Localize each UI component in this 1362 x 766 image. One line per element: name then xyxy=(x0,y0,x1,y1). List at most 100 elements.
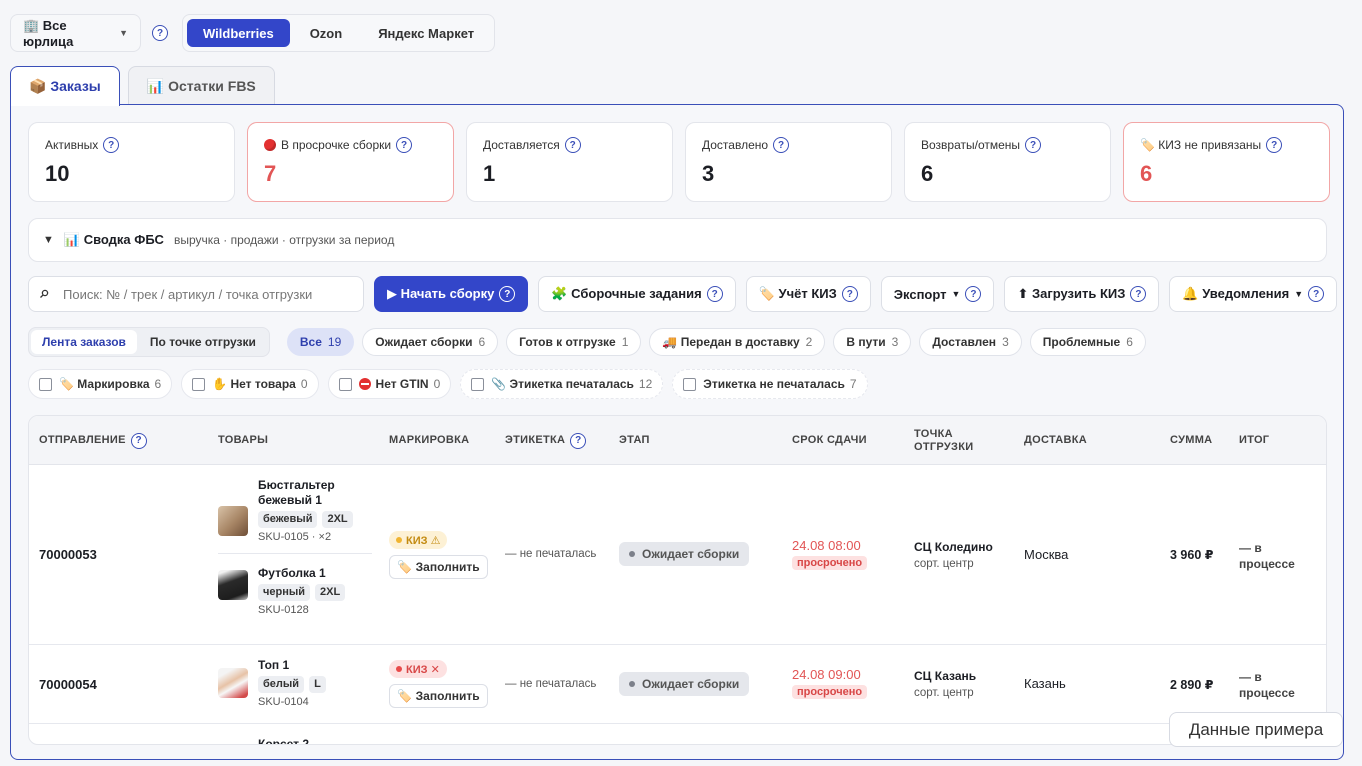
search-placeholder: Поиск: № / трек / артикул / точка отгруз… xyxy=(63,286,313,302)
marking-cell: КИЗ ✕ 🏷️ Заполнить xyxy=(389,660,488,708)
help-icon[interactable]: ? xyxy=(152,25,168,41)
kiz-accounting-button[interactable]: 🏷️ Учёт КИЗ ? xyxy=(745,276,871,312)
help-icon[interactable]: ? xyxy=(1266,137,1283,153)
tab-orders[interactable]: 📦 Заказы xyxy=(10,66,120,106)
label-status: — не печаталась xyxy=(505,548,597,560)
help-icon[interactable]: ? xyxy=(103,137,120,153)
col-result[interactable]: ИТОГ xyxy=(1239,416,1269,465)
marketplace-yandex-market[interactable]: Яндекс Маркет xyxy=(362,19,490,47)
help-icon[interactable]: ? xyxy=(570,432,587,449)
filter-awaiting-assembly[interactable]: Ожидает сборки 6 xyxy=(362,328,499,356)
help-icon[interactable]: ? xyxy=(1308,286,1325,302)
stat-label: В просрочке сборки xyxy=(281,138,392,152)
top-bar: 🏢 Все юрлица ▼ ? Wildberries Ozon Яндекс… xyxy=(10,14,496,52)
col-shipping-point[interactable]: ТОЧКА ОТГРУЗКИ xyxy=(914,416,973,465)
tab-fbs-stock[interactable]: 📊 Остатки FBS xyxy=(127,66,275,105)
filter-delivered[interactable]: Доставлен 3 xyxy=(919,328,1022,356)
product-thumbnail xyxy=(218,506,248,536)
product-tags: белый L xyxy=(258,676,372,693)
col-marking[interactable]: МАРКИРОВКА xyxy=(389,416,469,465)
fill-kiz-button[interactable]: 🏷️ Заполнить xyxy=(389,684,488,708)
marketplace-wildberries[interactable]: Wildberries xyxy=(187,19,290,47)
help-icon[interactable]: ? xyxy=(773,137,790,153)
table-row[interactable]: Корсет 2 xyxy=(29,724,1326,744)
product-tag: 2XL xyxy=(315,584,346,601)
order-id[interactable]: 70000053 xyxy=(39,547,97,562)
view-orders-feed[interactable]: Лента заказов xyxy=(31,330,137,354)
start-assembly-button[interactable]: ▶ Начать сборку ? xyxy=(374,276,529,312)
product-name: Футболка 1 xyxy=(258,566,326,580)
check-no-goods[interactable]: ✋ Нет товара 0 xyxy=(181,369,319,399)
upload-kiz-button[interactable]: ⬆ Загрузить КИЗ ? xyxy=(1004,276,1160,312)
check-count: 6 xyxy=(154,377,162,391)
col-delivery[interactable]: ДОСТАВКА xyxy=(1024,416,1087,465)
filter-all[interactable]: Все 19 xyxy=(286,328,355,356)
help-icon[interactable]: ? xyxy=(1130,286,1147,302)
checkbox[interactable] xyxy=(39,377,52,391)
help-icon[interactable]: ? xyxy=(965,286,982,302)
help-icon[interactable]: ? xyxy=(564,137,581,153)
view-by-shipping-point[interactable]: По точке отгрузки xyxy=(139,330,267,354)
check-no-gtin[interactable]: Нет GTIN 0 xyxy=(327,369,452,399)
col-stage[interactable]: ЭТАП xyxy=(619,416,650,465)
table-header: ОТПРАВЛЕНИЕ? ТОВАРЫ МАРКИРОВКА ЭТИКЕТКА?… xyxy=(29,416,1326,465)
assembly-tasks-button[interactable]: 🧩 Сборочные задания ? xyxy=(538,276,736,312)
stat-label: 🏷️ КИЗ не привязаны xyxy=(1140,138,1262,152)
filter-ready-to-ship[interactable]: Готов к отгрузке 1 xyxy=(506,328,642,356)
filter-handed-to-delivery[interactable]: 🚚 Передан в доставку 2 xyxy=(649,328,826,356)
notifications-button[interactable]: 🔔 Уведомления ▼ ? xyxy=(1169,276,1338,312)
help-icon[interactable]: ? xyxy=(130,432,147,449)
status-dot-icon xyxy=(396,537,402,543)
help-icon[interactable]: ? xyxy=(1025,137,1042,153)
checkbox[interactable] xyxy=(192,377,206,391)
result-line: процессе xyxy=(1239,557,1295,571)
col-label[interactable]: ЭТИКЕТКА? xyxy=(505,416,587,465)
col-deadline[interactable]: СРОК СДАЧИ xyxy=(792,416,867,465)
fbs-summary-toggle[interactable]: ▼ 📊 Сводка ФБС выручка · продажи · отгру… xyxy=(28,218,1327,262)
product-item[interactable]: Футболка 1 черный 2XL SKU-0128 xyxy=(218,566,372,616)
product-item[interactable]: Бюстгальтер бежевый 1 бежевый 2XL SKU-01… xyxy=(218,478,372,543)
product-item[interactable]: Топ 1 белый L SKU-0104 xyxy=(218,658,372,708)
help-icon[interactable]: ? xyxy=(499,286,516,302)
button-label: ⬆ Загрузить КИЗ xyxy=(1017,286,1126,301)
help-icon[interactable]: ? xyxy=(396,137,413,153)
shipping-point-type: сорт. центр xyxy=(914,558,974,570)
chip-count: 2 xyxy=(805,335,813,349)
col-sum[interactable]: СУММА xyxy=(1170,416,1212,465)
check-label: 🏷️ Маркировка xyxy=(59,377,150,391)
fill-kiz-button[interactable]: 🏷️ Заполнить xyxy=(389,555,488,579)
chip-count: 19 xyxy=(327,335,342,349)
product-item[interactable]: Корсет 2 xyxy=(218,737,372,744)
filter-problematic[interactable]: Проблемные 6 xyxy=(1029,328,1146,356)
check-label-not-printed[interactable]: Этикетка не печаталась 7 xyxy=(672,369,868,399)
export-button[interactable]: Экспорт ▼ ? xyxy=(880,276,995,312)
table-row[interactable]: 70000053 Бюстгальтер бежевый 1 бежевый 2… xyxy=(29,465,1326,645)
col-label: ОТПРАВЛЕНИЕ xyxy=(39,434,126,446)
deadline-time: 24.08 08:00 xyxy=(792,538,861,553)
help-icon[interactable]: ? xyxy=(706,286,723,302)
search-input[interactable]: Поиск: № / трек / артикул / точка отгруз… xyxy=(28,276,364,312)
stat-value: 3 xyxy=(702,161,715,186)
checkbox[interactable] xyxy=(471,377,485,391)
filter-in-transit[interactable]: В пути 3 xyxy=(833,328,912,356)
stat-overdue-assembly[interactable]: В просрочке сборки? 7 xyxy=(247,122,454,202)
table-row[interactable]: 70000054 Топ 1 белый L SKU-0104 КИЗ ✕ 🏷️… xyxy=(29,645,1326,724)
stat-delivering[interactable]: Доставляется? 1 xyxy=(466,122,673,202)
stat-kiz-unlinked[interactable]: 🏷️ КИЗ не привязаны? 6 xyxy=(1123,122,1330,202)
marketplace-ozon[interactable]: Ozon xyxy=(294,19,359,47)
stat-returns[interactable]: Возвраты/отмены? 6 xyxy=(904,122,1111,202)
help-icon[interactable]: ? xyxy=(841,286,858,302)
checkbox[interactable] xyxy=(338,377,352,391)
stat-active[interactable]: Активных? 10 xyxy=(28,122,235,202)
col-shipment[interactable]: ОТПРАВЛЕНИЕ? xyxy=(39,416,147,465)
deadline-cell: 24.08 08:00 просрочено xyxy=(792,538,868,570)
col-goods[interactable]: ТОВАРЫ xyxy=(218,416,268,465)
check-marking[interactable]: 🏷️ Маркировка 6 xyxy=(28,369,173,399)
checkbox[interactable] xyxy=(683,377,697,391)
check-label-printed[interactable]: 📎 Этикетка печаталась 12 xyxy=(460,369,664,399)
order-id[interactable]: 70000054 xyxy=(39,677,97,692)
chevron-down-icon: ▼ xyxy=(1294,289,1304,299)
stat-delivered[interactable]: Доставлено? 3 xyxy=(685,122,892,202)
legal-entity-select[interactable]: 🏢 Все юрлица ▼ xyxy=(10,14,141,52)
chip-label: Все xyxy=(299,335,322,349)
